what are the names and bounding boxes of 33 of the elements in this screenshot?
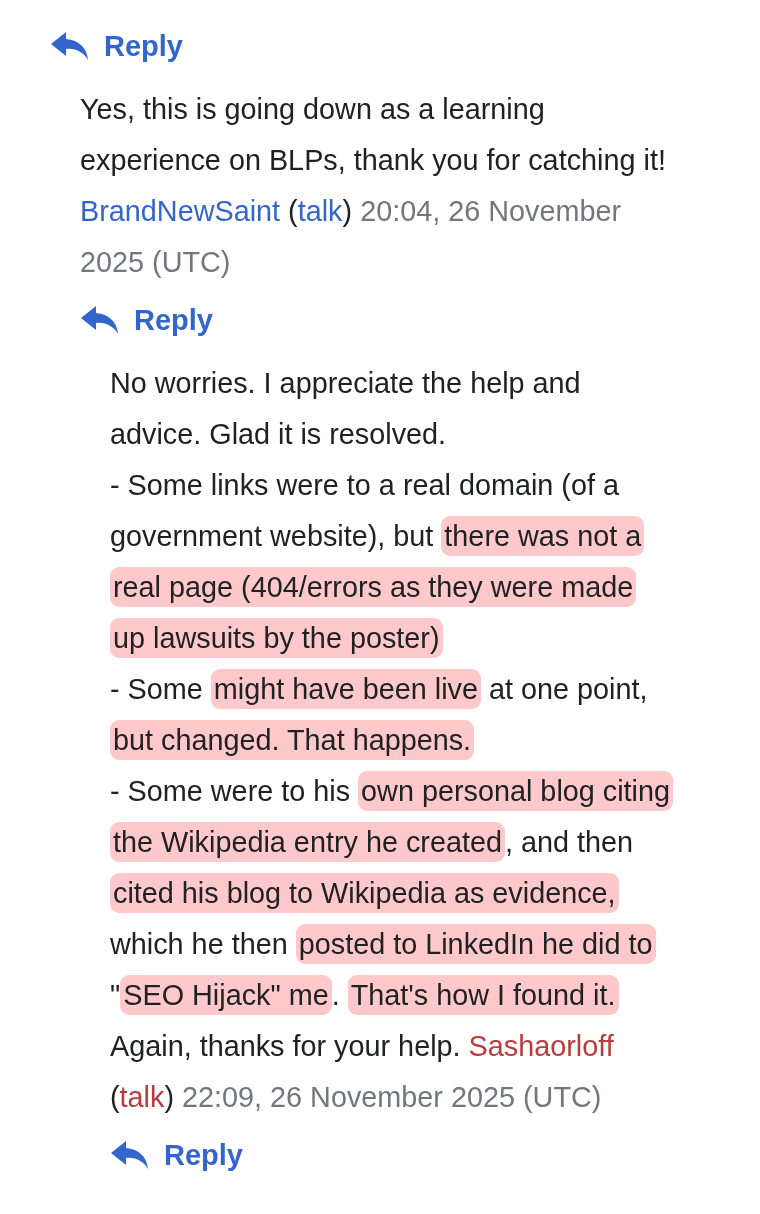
comment-text: "SEO Hijack" me. That's how I found it. — [110, 975, 619, 1015]
talk-link[interactable]: talk — [297, 195, 343, 227]
reply-button[interactable]: Reply — [110, 1127, 243, 1183]
timestamp: 2025 (UTC) — [80, 246, 231, 278]
user-link[interactable]: Sashaorloff — [468, 1030, 614, 1062]
parenthesis: ( — [110, 1081, 120, 1113]
comment-text: - Some links were to a real domain (of a — [110, 468, 619, 503]
comment-text: real page (404/errors as they were made — [110, 567, 637, 607]
comment-text: experience on BLPs, thank you for catching it! — [80, 143, 666, 178]
comment-text: but changed. That happens. — [110, 720, 475, 760]
comment-text: advice. Glad it is resolved. — [110, 417, 447, 452]
comment-text: No worries. I appreciate the help and — [110, 366, 581, 401]
comment-text: government website), but there was not a — [110, 516, 645, 556]
reply-button[interactable]: Reply — [80, 292, 213, 348]
comment-text: the Wikipedia entry he created, and then — [110, 822, 634, 862]
timestamp: 22:09, 26 November 2025 (UTC) — [182, 1081, 602, 1113]
timestamp: 20:04, 26 November — [360, 195, 622, 227]
reply-button[interactable]: Reply — [50, 18, 183, 74]
parenthesis: ) — [164, 1081, 174, 1113]
user-link[interactable]: BrandNewSaint — [80, 195, 281, 227]
comment-text: cited his blog to Wikipedia as evidence, — [110, 873, 619, 913]
parenthesis: ) — [342, 195, 353, 227]
reply-icon — [50, 31, 90, 61]
comment-text: Again, thanks for your help. — [110, 1029, 462, 1064]
talk-link[interactable]: talk — [119, 1081, 165, 1113]
comment-text: up lawsuits by the poster) — [110, 618, 443, 658]
comment-text: which he then posted to LinkedIn he did to — [110, 924, 656, 964]
reply-icon — [110, 1140, 150, 1170]
comment-text: - Some were to his own personal blog citing — [110, 771, 674, 811]
comment-text: - Some might have been live at one point, — [110, 669, 648, 709]
parenthesis: ( — [288, 195, 298, 227]
reply-icon — [80, 305, 120, 335]
comment-text: Yes, this is going down as a learning — [80, 92, 545, 127]
